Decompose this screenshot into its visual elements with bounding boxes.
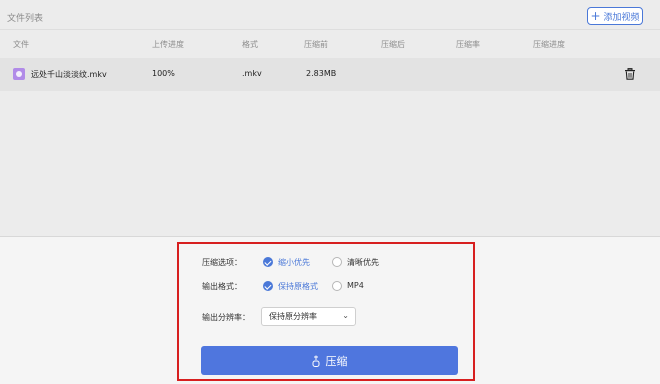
radio-clarity-priority-label[interactable]: 清晰优先 <box>347 257 379 268</box>
divider <box>0 29 660 30</box>
column-header-size-after: 压缩后 <box>381 40 405 49</box>
radio-keep-format[interactable] <box>263 281 273 291</box>
table-row[interactable]: 远处千山淡淡纹.mkv 100% .mkv 2.83MB <box>0 58 660 91</box>
column-header-file: 文件 <box>13 40 29 49</box>
resolution-select[interactable]: 保持原分辨率 ⌄ <box>261 307 356 326</box>
column-header-compress-progress: 压缩进度 <box>533 40 565 49</box>
size-before: 2.83MB <box>306 69 337 78</box>
compress-button[interactable]: 压缩 <box>201 346 458 375</box>
radio-size-priority-label[interactable]: 缩小优先 <box>278 257 310 268</box>
video-file-icon <box>13 68 25 80</box>
column-header-upload-progress: 上传进度 <box>152 40 184 49</box>
chevron-down-icon: ⌄ <box>342 311 349 320</box>
upload-progress: 100% <box>152 69 175 78</box>
radio-size-priority[interactable] <box>263 257 273 267</box>
file-list-title: 文件列表 <box>7 14 44 24</box>
radio-clarity-priority[interactable] <box>332 257 342 267</box>
file-format: .mkv <box>242 69 262 78</box>
compress-button-label: 压缩 <box>325 354 348 368</box>
add-video-label: 添加视频 <box>603 12 640 23</box>
resolution-value: 保持原分辨率 <box>269 312 317 321</box>
radio-keep-format-label[interactable]: 保持原格式 <box>278 281 318 292</box>
column-header-format: 格式 <box>242 40 258 49</box>
compress-icon <box>312 355 319 367</box>
add-video-button[interactable]: + 添加视频 <box>587 7 643 25</box>
radio-mp4-label[interactable]: MP4 <box>347 281 364 290</box>
trash-icon[interactable] <box>624 68 636 80</box>
output-format-label: 输出格式： <box>202 282 242 291</box>
radio-mp4[interactable] <box>332 281 342 291</box>
file-name: 远处千山淡淡纹.mkv <box>31 70 107 79</box>
file-list-area <box>0 0 660 236</box>
compress-option-label: 压缩选项： <box>202 258 242 267</box>
column-header-ratio: 压缩率 <box>456 40 480 49</box>
plus-icon: + <box>590 9 601 23</box>
output-resolution-label: 输出分辨率： <box>202 313 250 322</box>
column-header-size-before: 压缩前 <box>304 40 328 49</box>
